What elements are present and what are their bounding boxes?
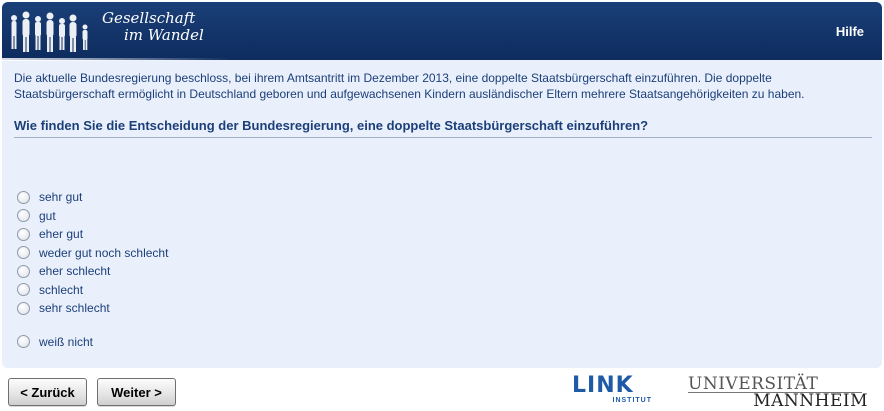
option-weder-gut-noch-schlecht[interactable]: weder gut noch schlecht <box>17 244 168 263</box>
header-bar: Gesellschaft im Wandel Hilfe <box>2 2 882 61</box>
option-sehr-schlecht[interactable]: sehr schlecht <box>17 299 168 318</box>
radio-button[interactable] <box>17 283 30 297</box>
university-mannheim-logo: UNIVERSITÄT MANNHEIM <box>688 375 868 411</box>
option-label: eher gut <box>39 227 84 242</box>
option-weiss-nicht[interactable]: weiß nicht <box>17 333 168 352</box>
radio-button[interactable] <box>17 190 30 204</box>
option-label: weder gut noch schlecht <box>39 245 169 260</box>
radio-button[interactable] <box>17 227 30 241</box>
logo-line-1: Gesellschaft <box>102 9 196 27</box>
help-link[interactable]: Hilfe <box>836 24 864 39</box>
survey-panel: Gesellschaft im Wandel Hilfe Die aktuell… <box>2 2 882 368</box>
radio-button[interactable] <box>17 209 30 223</box>
logo-wordmark: Gesellschaft im Wandel <box>102 10 204 44</box>
next-button[interactable]: Weiter > <box>97 378 176 406</box>
option-label: sehr schlecht <box>39 301 110 316</box>
option-label: gut <box>39 208 56 223</box>
intro-text: Die aktuelle Bundesregierung beschloss, … <box>14 71 805 101</box>
radio-button[interactable] <box>17 335 30 349</box>
header-underline <box>2 58 232 61</box>
people-silhouettes-icon <box>11 11 88 52</box>
option-sehr-gut[interactable]: sehr gut <box>17 188 168 207</box>
radio-button[interactable] <box>17 301 30 315</box>
answer-options: sehr gut gut eher gut weder gut noch sch… <box>17 188 168 351</box>
question-content: Die aktuelle Bundesregierung beschloss, … <box>14 70 872 138</box>
uni-logo-bottom: MANNHEIM <box>753 391 868 411</box>
option-schlecht[interactable]: schlecht <box>17 281 168 300</box>
question-title: Wie finden Sie die Entscheidung der Bund… <box>14 118 872 138</box>
logo-line-2: im Wandel <box>124 26 204 44</box>
back-button[interactable]: < Zurück <box>8 378 87 406</box>
radio-button[interactable] <box>17 264 30 278</box>
option-eher-gut[interactable]: eher gut <box>17 225 168 244</box>
option-label: eher schlecht <box>39 264 111 279</box>
option-label: sehr gut <box>39 190 83 205</box>
option-eher-schlecht[interactable]: eher schlecht <box>17 262 168 281</box>
link-logo-sub: INSTITUT <box>612 397 652 404</box>
link-institut-logo: LINK INSTITUT <box>572 374 656 408</box>
option-gut[interactable]: gut <box>17 207 168 226</box>
link-logo-word: LINK <box>572 373 634 398</box>
option-label: schlecht <box>39 282 84 297</box>
option-label: weiß nicht <box>39 334 94 349</box>
radio-button[interactable] <box>17 246 30 260</box>
